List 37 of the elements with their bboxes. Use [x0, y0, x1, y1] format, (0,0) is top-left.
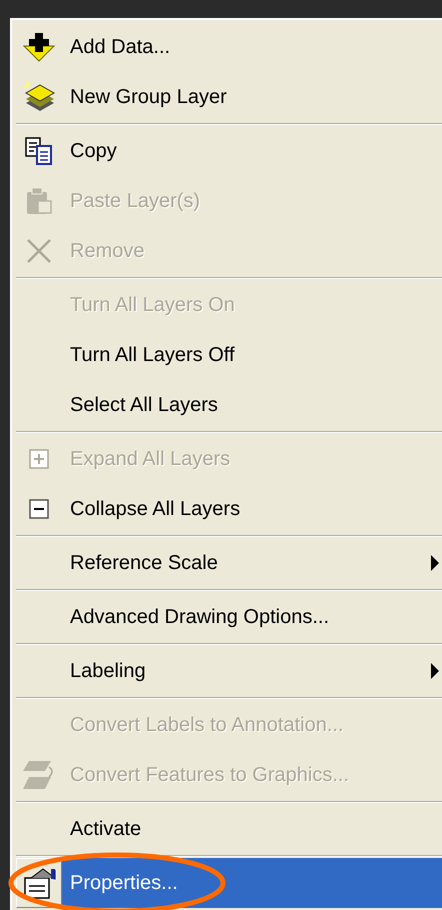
menu-item-label: Turn All Layers Off — [70, 343, 235, 368]
menu-item-label: Expand All Layers — [70, 447, 230, 472]
menu-item-label: Copy — [70, 139, 117, 164]
menu-item-label: Paste Layer(s) — [70, 189, 200, 214]
menu-item-label: Turn All Layers On — [70, 293, 235, 318]
menu-item-label: Reference Scale — [70, 551, 218, 576]
plus-arrow-icon — [22, 32, 56, 62]
submenu-arrow-icon — [430, 662, 440, 680]
copy-icon — [24, 136, 54, 166]
menu-item-label: Remove — [70, 239, 144, 264]
menu-item[interactable]: Advanced Drawing Options... — [62, 592, 442, 642]
menu-item-label: Properties... — [70, 871, 178, 896]
submenu-arrow-icon — [430, 554, 440, 572]
menu-item[interactable]: Add Data... — [62, 22, 442, 72]
plus-box-icon — [29, 449, 49, 469]
menu-item[interactable]: Activate — [62, 804, 442, 854]
x-icon — [25, 237, 53, 265]
menu-item-label: Convert Features to Graphics... — [70, 763, 350, 788]
clipboard-icon — [24, 186, 54, 216]
menu-item-label: Convert Labels to Annotation... — [70, 713, 344, 738]
menu-item-label: Add Data... — [70, 35, 170, 60]
menu-item[interactable]: Copy — [62, 126, 442, 176]
menu-item[interactable]: Collapse All Layers — [62, 484, 442, 534]
menu-item[interactable]: Select All Layers — [62, 380, 442, 430]
menu-item[interactable]: New Group Layer — [62, 72, 442, 122]
menu-item[interactable]: Labeling — [62, 646, 442, 696]
layers-icon — [22, 81, 56, 113]
menu-item-label: Labeling — [70, 659, 146, 684]
minus-box-icon — [29, 499, 49, 519]
menu-item-label: Activate — [70, 817, 142, 842]
menu-item[interactable]: Properties... — [62, 858, 442, 908]
menu-item-label: Collapse All Layers — [70, 497, 240, 522]
menu-item-label: Advanced Drawing Options... — [70, 605, 330, 630]
menu-item[interactable]: Turn All Layers Off — [62, 330, 442, 380]
menu-item-label: Select All Layers — [70, 393, 218, 418]
menu-item[interactable]: Reference Scale — [62, 538, 442, 588]
menu-item-label: New Group Layer — [70, 85, 227, 110]
